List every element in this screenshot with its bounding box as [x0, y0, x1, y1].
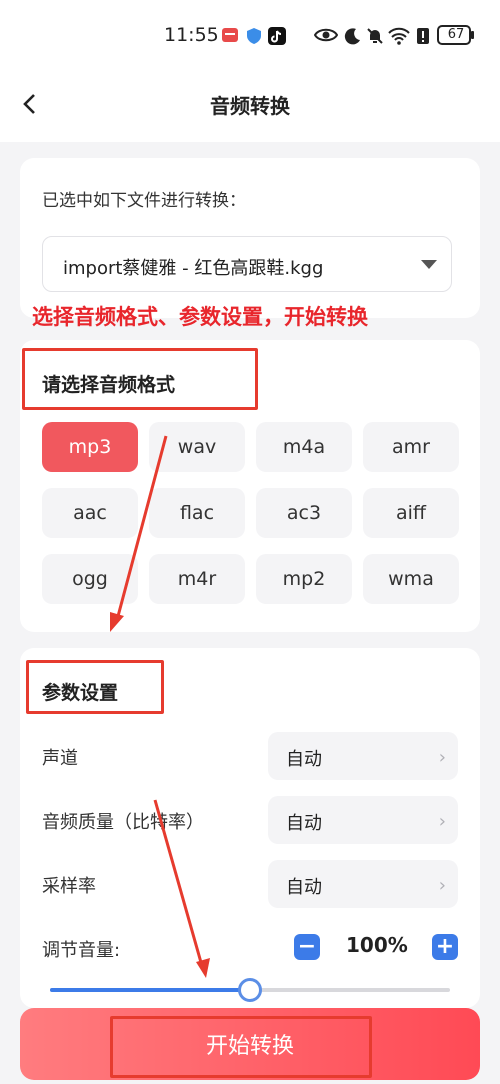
volume-decrease-button[interactable]: − — [294, 934, 320, 960]
chevron-right-icon: › — [438, 747, 446, 768]
format-option-ac3[interactable]: ac3 — [256, 488, 352, 538]
bitrate-value: 自动 — [286, 813, 322, 834]
format-option-aac[interactable]: aac — [42, 488, 138, 538]
bitrate-label: 音频质量（比特率） — [42, 812, 204, 833]
format-option-wma[interactable]: wma — [363, 554, 459, 604]
sample-rate-select[interactable]: 自动 › — [268, 860, 458, 908]
format-option-ogg[interactable]: ogg — [42, 554, 138, 604]
channel-label: 声道 — [42, 748, 78, 769]
volume-increase-button[interactable]: + — [432, 934, 458, 960]
format-option-aiff[interactable]: aiff — [363, 488, 459, 538]
mute-bell-icon — [366, 27, 384, 49]
status-time: 11:55 — [164, 24, 219, 46]
eye-icon — [313, 27, 339, 47]
channel-select[interactable]: 自动 › — [268, 732, 458, 780]
volume-slider-fill — [50, 988, 250, 992]
selected-file-name: import蔡健雅 - 红色高跟鞋.kgg — [63, 258, 324, 279]
format-option-mp3[interactable]: mp3 — [42, 422, 138, 472]
tiktok-icon — [268, 27, 286, 49]
format-option-flac[interactable]: flac — [149, 488, 245, 538]
chevron-right-icon: › — [438, 875, 446, 896]
channel-value: 自动 — [286, 749, 322, 770]
wifi-icon — [388, 27, 410, 49]
sample-rate-label: 采样率 — [42, 876, 96, 897]
moon-icon — [344, 27, 362, 49]
shield-icon — [246, 27, 262, 49]
alert-icon — [416, 27, 430, 49]
format-option-amr[interactable]: amr — [363, 422, 459, 472]
annotation-box-start-button — [110, 1016, 372, 1078]
file-card: 已选中如下文件进行转换： import蔡健雅 - 红色高跟鞋.kgg — [20, 158, 480, 318]
app-bar: 音频转换 — [0, 72, 500, 142]
bitrate-select[interactable]: 自动 › — [268, 796, 458, 844]
volume-label: 调节音量: — [42, 940, 121, 961]
sample-rate-value: 自动 — [286, 877, 322, 898]
file-dropdown[interactable]: import蔡健雅 - 红色高跟鞋.kgg — [42, 236, 452, 292]
format-option-m4r[interactable]: m4r — [149, 554, 245, 604]
volume-value: 100% — [346, 933, 408, 957]
volume-slider-thumb[interactable] — [238, 978, 262, 1002]
file-select-label: 已选中如下文件进行转换： — [42, 191, 246, 211]
chevron-right-icon: › — [438, 811, 446, 832]
format-option-mp2[interactable]: mp2 — [256, 554, 352, 604]
app-notification-icon — [221, 27, 239, 47]
caret-down-icon — [421, 260, 437, 269]
battery-level: 67 — [447, 27, 465, 42]
format-option-wav[interactable]: wav — [149, 422, 245, 472]
status-bar: 11:55 67 — [0, 0, 500, 72]
page-title: 音频转换 — [210, 94, 290, 118]
annotation-box-format-title — [22, 348, 258, 410]
annotation-box-params-title — [26, 660, 164, 714]
annotation-text: 选择音频格式、参数设置，开始转换 — [32, 305, 368, 329]
format-option-m4a[interactable]: m4a — [256, 422, 352, 472]
